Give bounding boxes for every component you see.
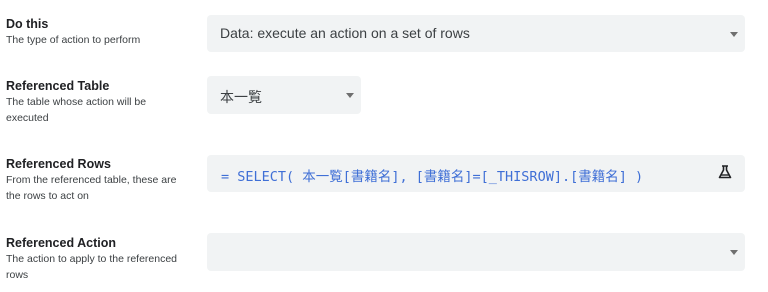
referenced-action-select[interactable] [207,233,745,271]
referenced-action-description: The action to apply to the referenced ro… [6,253,178,281]
referenced-table-description: The table whose action will be executed [6,96,147,124]
referenced-table-title: Referenced Table [6,79,110,93]
do-this-select[interactable]: Data: execute an action on a set of rows [207,15,745,52]
referenced-table-value: 本一覧 [220,89,262,105]
chevron-down-icon [730,32,738,37]
do-this-description: The type of action to perform [6,34,141,46]
referenced-rows-expression-field[interactable]: = SELECT( 本一覧[書籍名], [書籍名]=[_THISROW].[書籍… [207,155,745,192]
referenced-rows-label-group: Referenced Rows From the referenced tabl… [6,156,186,204]
do-this-value: Data: execute an action on a set of rows [220,25,470,41]
chevron-down-icon [346,93,354,98]
referenced-table-label-group: Referenced Table The table whose action … [6,78,186,126]
referenced-action-label-group: Referenced Action The action to apply to… [6,235,186,283]
referenced-table-select[interactable]: 本一覧 [207,76,361,114]
do-this-label-group: Do this The type of action to perform [6,16,186,48]
referenced-rows-title: Referenced Rows [6,157,111,171]
flask-icon[interactable] [717,164,733,180]
referenced-action-title: Referenced Action [6,236,116,250]
referenced-rows-formula: = SELECT( 本一覧[書籍名], [書籍名]=[_THISROW].[書籍… [221,169,644,185]
referenced-rows-description: From the referenced table, these are the… [6,174,177,202]
chevron-down-icon [730,250,738,255]
do-this-title: Do this [6,17,49,31]
